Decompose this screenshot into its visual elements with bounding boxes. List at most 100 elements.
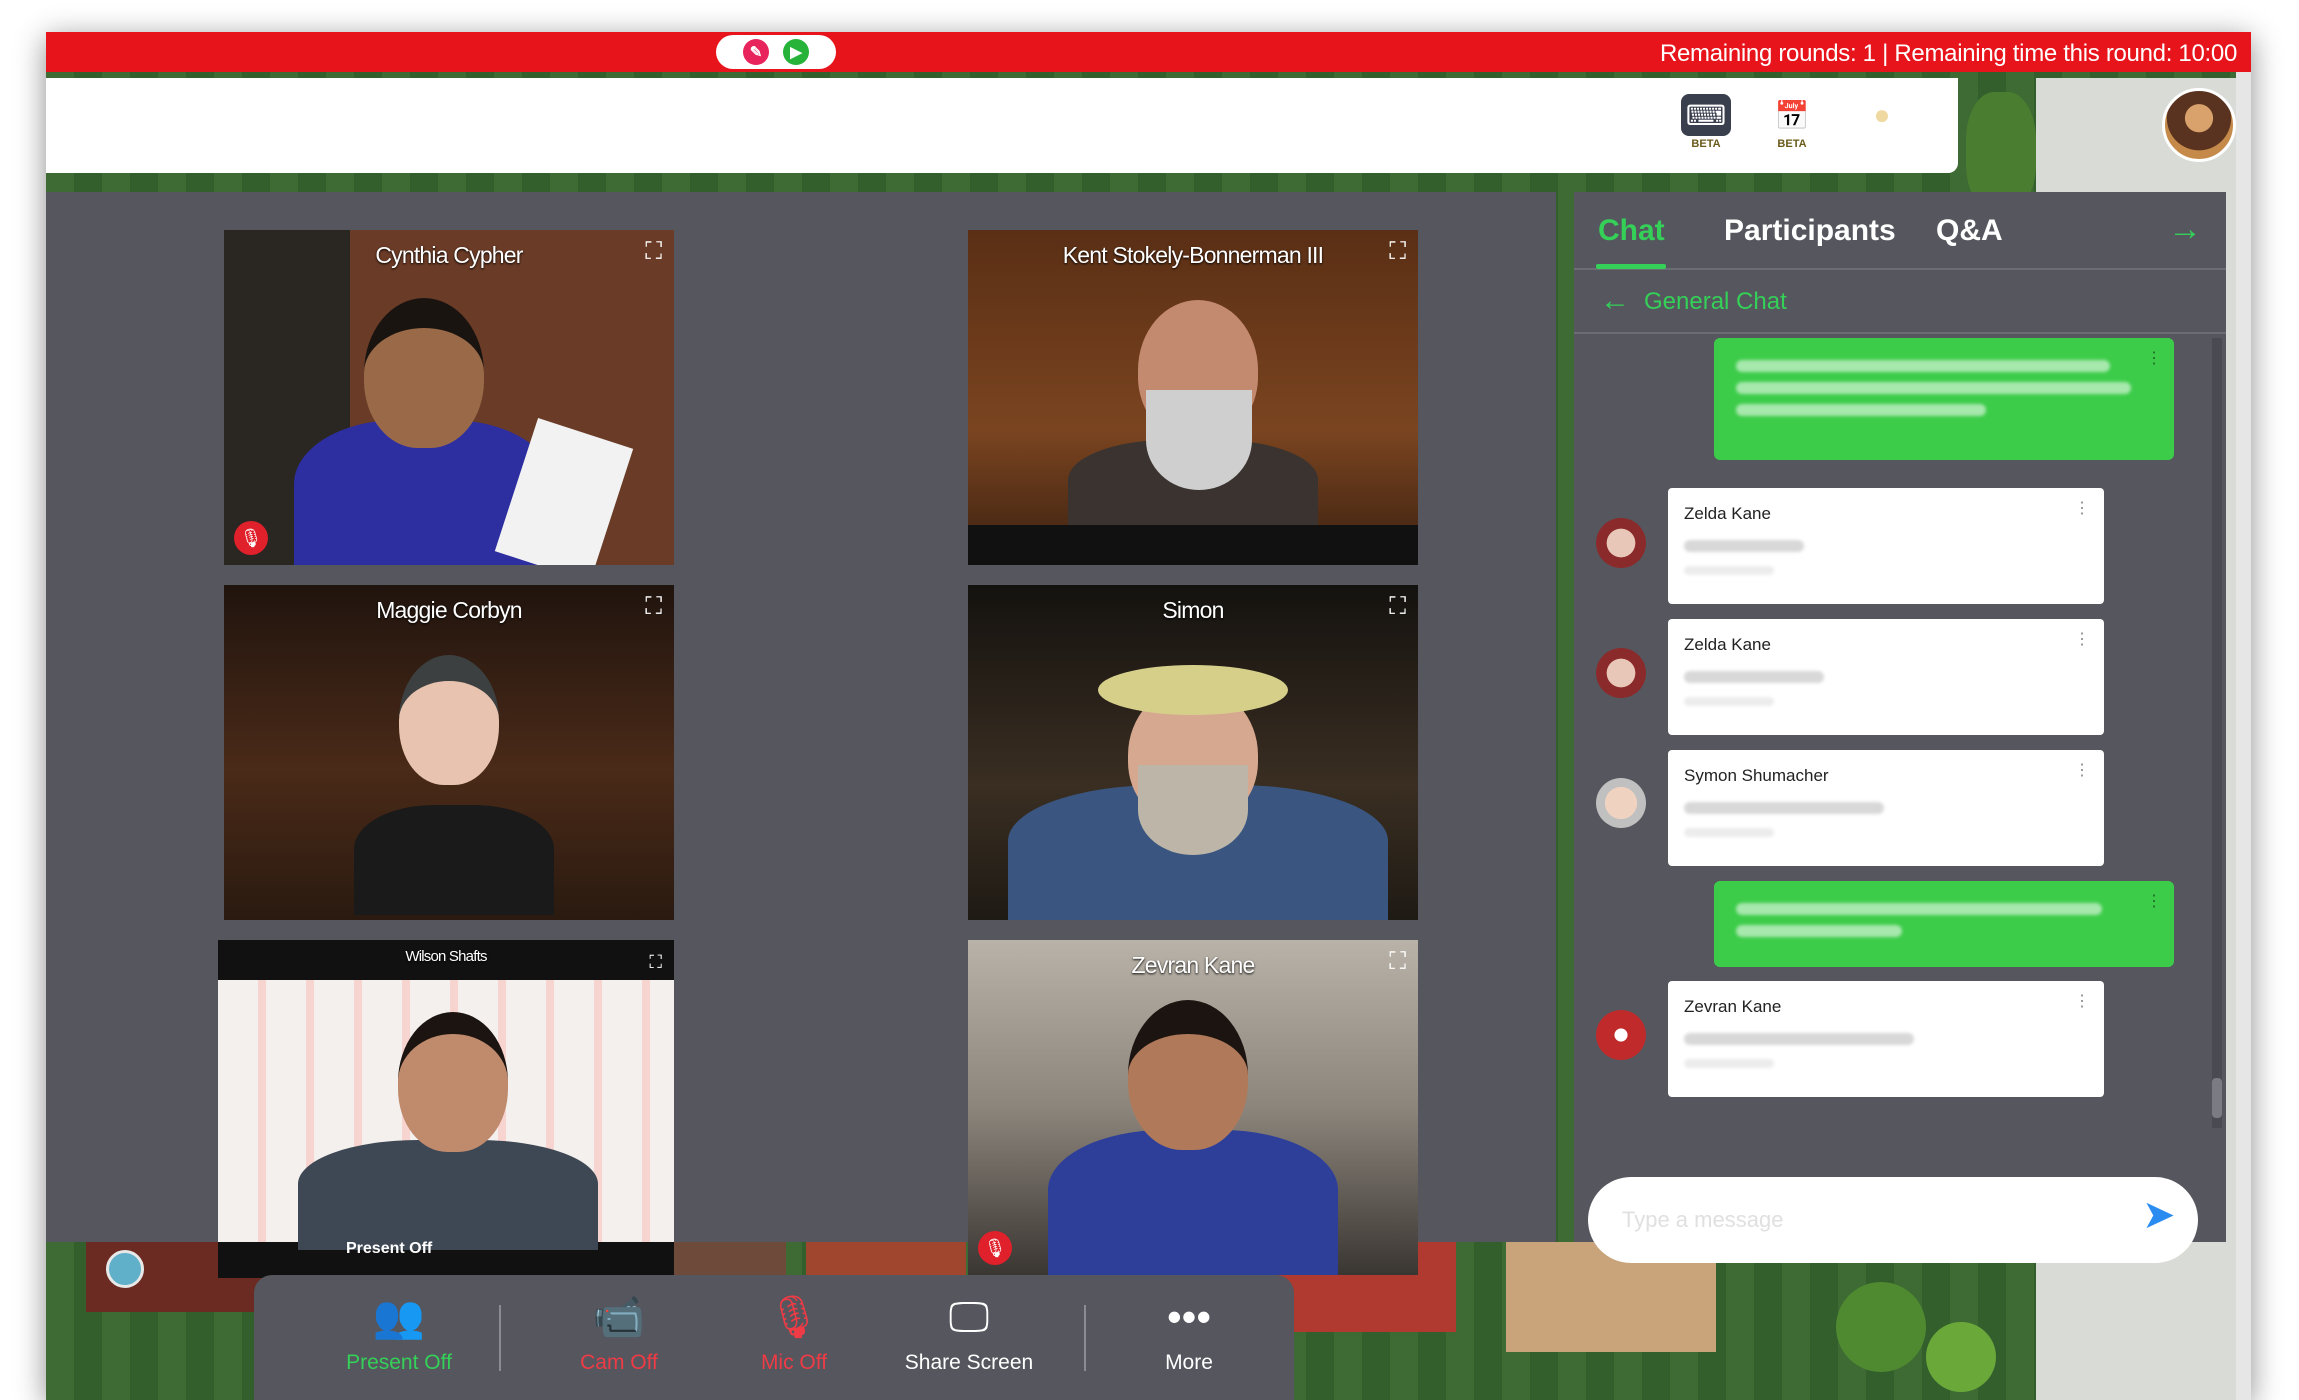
whiteboard-beta-button[interactable]: ⌨ BETA xyxy=(1676,94,1736,156)
map-present-label: Present Off xyxy=(346,1240,433,1257)
fullscreen-icon[interactable]: ⛶ xyxy=(1389,595,1406,619)
participant-name: Cynthia Cypher xyxy=(375,242,523,268)
message-options-icon[interactable]: ⋮ xyxy=(2074,760,2090,780)
tab-participants[interactable]: Participants xyxy=(1724,214,1896,248)
video-letterbox xyxy=(968,525,1418,565)
participant-name: Maggie Corbyn xyxy=(376,597,522,623)
participant-name: Wilson Shafts xyxy=(405,948,487,965)
message-options-icon[interactable]: ⋮ xyxy=(2146,348,2162,368)
outgoing-message: ⋮ xyxy=(1714,881,2174,967)
beta-label: BETA xyxy=(1691,138,1721,150)
fullscreen-icon[interactable]: ⛶ xyxy=(645,240,662,264)
beard xyxy=(1138,765,1248,855)
message-sender: Zevran Kane xyxy=(1684,997,1782,1016)
camera-button[interactable]: 📹 Cam Off xyxy=(544,1293,694,1389)
more-button[interactable]: ••• More xyxy=(1114,1293,1264,1389)
whiteboard-beta-icon: ⌨ xyxy=(1681,94,1731,136)
camera-label: Cam Off xyxy=(580,1351,658,1374)
mic-button[interactable]: 🎙 Mic Off xyxy=(719,1293,869,1389)
sender-avatar xyxy=(1596,1010,1646,1060)
right-edge-strip xyxy=(2236,72,2251,1400)
calendar-beta-icon: 📅 xyxy=(1774,99,1810,131)
play-icon[interactable]: ▶ xyxy=(783,39,809,65)
send-icon[interactable]: ➤ xyxy=(2142,1192,2176,1238)
meeting-controls: 👥 Present Off 📹 Cam Off 🎙 Mic Off 🖵 Shar… xyxy=(254,1275,1294,1400)
incoming-message: Zelda Kane ⋮ xyxy=(1668,619,2104,735)
message-options-icon[interactable]: ⋮ xyxy=(2074,498,2090,518)
egg-button[interactable]: ● xyxy=(1852,94,1912,156)
scrollbar-thumb[interactable] xyxy=(2212,1078,2222,1118)
chat-message-input[interactable] xyxy=(1588,1177,2198,1263)
video-tile[interactable]: Zevran Kane ⛶ 🎙 xyxy=(968,940,1418,1275)
divider xyxy=(1084,1305,1086,1371)
incoming-message: Symon Shumacher ⋮ xyxy=(1668,750,2104,866)
round-controls-pill: ✎ ▶ xyxy=(716,35,836,69)
participant-figure xyxy=(1128,1000,1248,1150)
outgoing-message: ⋮ xyxy=(1714,338,2174,460)
channel-name[interactable]: General Chat xyxy=(1644,288,1787,316)
beard xyxy=(1146,390,1252,490)
participant-figure xyxy=(298,1140,598,1250)
message-options-icon[interactable]: ⋮ xyxy=(2146,891,2162,911)
participant-figure xyxy=(399,655,499,785)
chat-panel: Chat Participants Q&A → ← General Chat ⋮… xyxy=(1574,192,2226,1263)
round-status-bar: ✎ ▶ Remaining rounds: 1 | Remaining time… xyxy=(46,32,2251,72)
participant-figure xyxy=(364,298,484,448)
video-tile[interactable]: Kent Stokely-Bonnerman III ⛶ xyxy=(968,230,1418,565)
tab-chat[interactable]: Chat xyxy=(1598,214,1665,248)
participant-name: Kent Stokely-Bonnerman III xyxy=(1062,242,1324,268)
message-sender: Zelda Kane xyxy=(1684,635,1771,654)
fullscreen-icon[interactable]: ⛶ xyxy=(649,950,662,974)
map-character[interactable] xyxy=(106,1250,144,1288)
fullscreen-icon[interactable]: ⛶ xyxy=(1389,950,1406,974)
more-icon: ••• xyxy=(1166,1293,1212,1340)
tab-qa[interactable]: Q&A xyxy=(1936,214,2003,248)
share-screen-button[interactable]: 🖵 Share Screen xyxy=(894,1293,1044,1389)
map-tree xyxy=(1836,1282,1926,1372)
camera-off-icon: 📹 xyxy=(592,1293,646,1340)
video-tile[interactable]: Cynthia Cypher ⛶ 🎙 xyxy=(224,230,674,565)
fullscreen-icon[interactable]: ⛶ xyxy=(645,595,662,619)
egg-icon: ● xyxy=(1873,99,1891,130)
map-tree xyxy=(1926,1322,1996,1392)
video-tile[interactable]: Simon ⛶ xyxy=(968,585,1418,920)
message-sender: Symon Shumacher xyxy=(1684,766,1829,785)
chat-scrollbar[interactable] xyxy=(2212,338,2222,1128)
more-label: More xyxy=(1165,1351,1213,1374)
mic-muted-icon: 🎙 xyxy=(978,1231,1012,1265)
present-button[interactable]: 👥 Present Off xyxy=(324,1293,474,1389)
sender-avatar xyxy=(1596,648,1646,698)
video-tile[interactable]: Maggie Corbyn ⛶ xyxy=(224,585,674,920)
screen-share-icon: 🖵 xyxy=(948,1293,990,1340)
message-options-icon[interactable]: ⋮ xyxy=(2074,991,2090,1011)
present-icon: 👥 xyxy=(372,1293,426,1340)
video-stage: Cynthia Cypher ⛶ 🎙 Kent Stokely-Bonnerma… xyxy=(46,192,1556,1278)
mic-label: Mic Off xyxy=(760,1351,828,1374)
collapse-arrow-icon[interactable]: → xyxy=(2168,210,2202,249)
user-avatar[interactable] xyxy=(2162,88,2236,162)
round-status-text: Remaining rounds: 1 | Remaining time thi… xyxy=(1659,40,2237,67)
mic-muted-icon: 🎙 xyxy=(234,521,268,555)
beta-label: BETA xyxy=(1777,138,1807,150)
participant-figure xyxy=(398,1012,508,1152)
share-screen-label: Share Screen xyxy=(904,1351,1034,1374)
video-tile[interactable]: Wilson Shafts ⛶ xyxy=(218,940,674,1278)
present-label: Present Off xyxy=(346,1351,452,1374)
fullscreen-icon[interactable]: ⛶ xyxy=(1389,240,1406,264)
calendar-beta-button[interactable]: 📅 BETA xyxy=(1762,94,1822,156)
participant-figure xyxy=(354,805,554,915)
chat-tab-bar: Chat Participants Q&A → xyxy=(1574,192,2226,270)
incoming-message: Zevran Kane ⋮ xyxy=(1668,981,2104,1097)
chat-channel-header: ← General Chat xyxy=(1574,272,2226,334)
participant-figure xyxy=(1048,1130,1338,1275)
message-sender: Zelda Kane xyxy=(1684,504,1771,523)
back-arrow-icon[interactable]: ← xyxy=(1600,284,1630,318)
top-toolbar: ⌨ BETA 📅 BETA ● xyxy=(46,78,1958,173)
sender-avatar xyxy=(1596,778,1646,828)
active-tab-indicator xyxy=(1596,264,1666,269)
edit-icon[interactable]: ✎ xyxy=(743,39,769,65)
message-options-icon[interactable]: ⋮ xyxy=(2074,629,2090,649)
participant-name: Zevran Kane xyxy=(1131,952,1256,978)
participant-name: Simon xyxy=(1162,597,1224,623)
message-list[interactable]: ⋮ Zelda Kane ⋮ Zelda Kane ⋮ Symon Shumac… xyxy=(1574,338,2214,1128)
